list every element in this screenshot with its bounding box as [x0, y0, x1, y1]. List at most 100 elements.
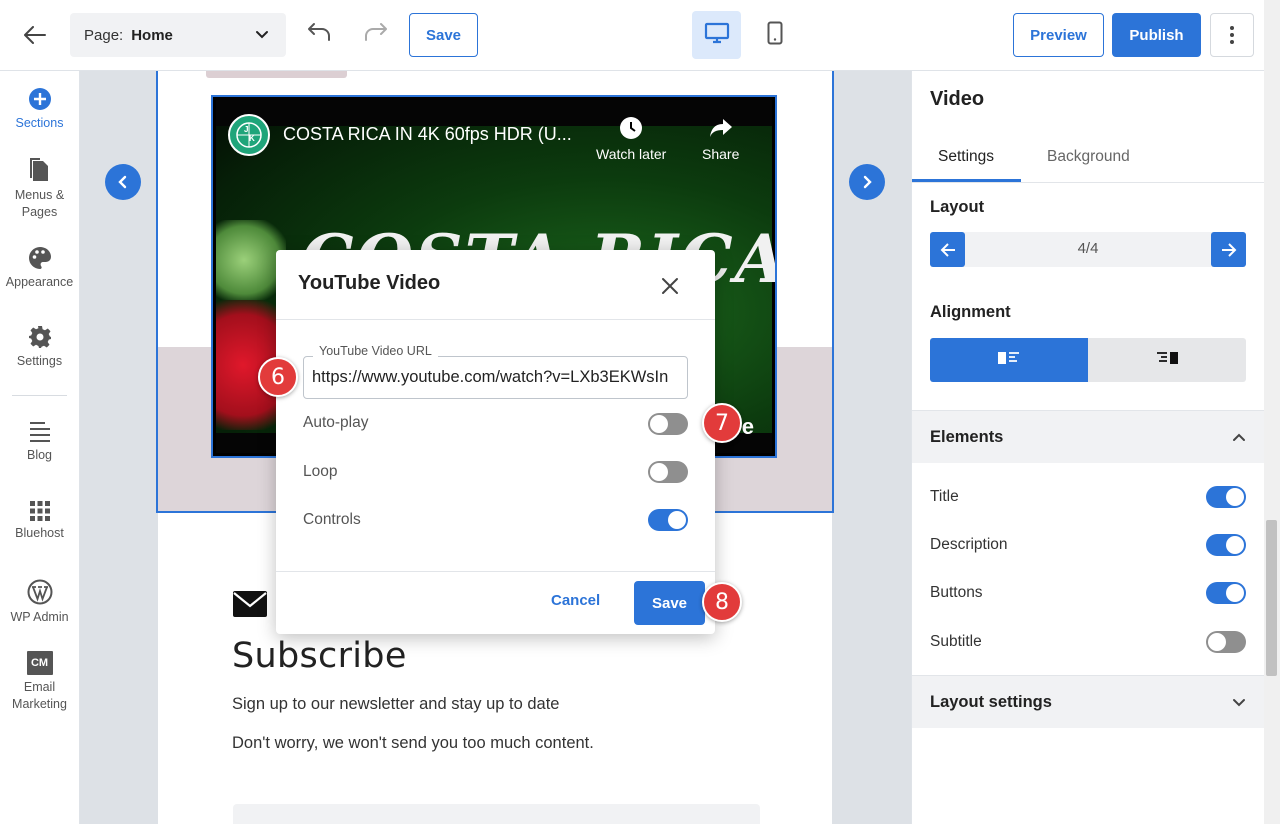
tabs-divider — [912, 182, 1264, 183]
sidebar-item-label: WP Admin — [10, 610, 69, 624]
close-icon[interactable] — [656, 272, 684, 300]
youtube-url-input[interactable]: https://www.youtube.com/watch?v=LXb3EKWs… — [303, 356, 688, 399]
tab-background[interactable]: Background — [1047, 148, 1130, 166]
toggle-knob — [1226, 584, 1244, 602]
arrow-left-icon[interactable] — [930, 232, 965, 267]
sidebar-item-label: Blog — [26, 448, 53, 462]
redo-icon[interactable] — [362, 20, 392, 50]
mobile-icon — [767, 21, 783, 50]
toggle-knob — [668, 511, 686, 529]
save-button[interactable]: Save — [409, 13, 478, 57]
sidebar-item-settings[interactable]: Settings — [0, 325, 79, 370]
sidebar-item-email-marketing[interactable]: CM Email Marketing — [0, 651, 79, 713]
blog-icon — [0, 421, 79, 443]
autoplay-label: Auto-play — [303, 414, 369, 431]
sidebar-item-label: Appearance — [5, 275, 74, 289]
share-button[interactable]: Share — [702, 116, 739, 162]
share-icon — [702, 116, 739, 140]
watch-later-button[interactable]: Watch later — [596, 116, 666, 162]
youtube-watermark: e — [741, 414, 754, 439]
layout-label: Layout — [930, 198, 985, 216]
dialog-divider — [276, 571, 715, 572]
element-description-toggle[interactable] — [1206, 534, 1246, 556]
arrow-right-icon[interactable] — [1211, 232, 1246, 267]
chevron-left-icon[interactable] — [105, 164, 141, 200]
pages-icon — [0, 157, 79, 183]
publish-button[interactable]: Publish — [1112, 13, 1201, 57]
sidebar-item-appearance[interactable]: Appearance — [0, 246, 79, 291]
align-media-left-button[interactable] — [930, 338, 1088, 382]
callout-badge-7: 7 — [702, 403, 742, 443]
more-options-icon[interactable] — [1210, 13, 1254, 57]
dialog-title: YouTube Video — [298, 272, 441, 294]
preview-button[interactable]: Preview — [1013, 13, 1104, 57]
svg-text:K: K — [249, 134, 255, 143]
tab-settings[interactable]: Settings — [938, 148, 994, 166]
loop-toggle[interactable] — [648, 461, 688, 483]
back-arrow-icon[interactable] — [20, 20, 50, 50]
channel-avatar-icon[interactable]: JK — [228, 114, 270, 156]
sidebar-item-label: Email Marketing — [12, 680, 67, 711]
element-subtitle-toggle[interactable] — [1206, 631, 1246, 653]
mobile-view-button[interactable] — [750, 11, 799, 59]
top-toolbar: Page: Home Save Preview Publish — [0, 0, 1264, 71]
autoplay-toggle[interactable] — [648, 413, 688, 435]
subscribe-note: Don't worry, we won't send you too much … — [232, 734, 594, 752]
sidebar-divider — [12, 395, 67, 396]
cancel-button[interactable]: Cancel — [551, 592, 600, 609]
wordpress-icon — [0, 579, 79, 605]
youtube-video-dialog: YouTube Video https://www.youtube.com/wa… — [276, 250, 715, 634]
left-sidebar: Sections Menus & Pages Appearance Settin… — [0, 71, 80, 824]
element-buttons-toggle[interactable] — [1206, 582, 1246, 604]
video-title[interactable]: COSTA RICA IN 4K 60fps HDR (U... — [283, 124, 572, 145]
dialog-divider — [276, 319, 715, 320]
subscribe-title: Subscribe — [232, 636, 407, 676]
element-title-label: Title — [930, 488, 959, 505]
chevron-down-icon — [1231, 694, 1247, 715]
element-description-label: Description — [930, 536, 1008, 553]
layout-settings-section-header[interactable]: Layout settings — [912, 675, 1265, 728]
gear-icon — [0, 325, 79, 349]
email-input-box[interactable] — [233, 804, 760, 824]
align-media-right-button[interactable] — [1088, 338, 1246, 382]
page-selector-value: Home — [131, 26, 173, 44]
grid-icon — [0, 501, 79, 521]
share-label: Share — [702, 146, 740, 162]
sidebar-item-menus-pages[interactable]: Menus & Pages — [0, 157, 79, 221]
panel-title: Video — [930, 88, 985, 110]
media-left-icon — [998, 351, 1020, 370]
cm-icon: CM — [0, 651, 79, 675]
panel-scrollbar[interactable] — [1264, 0, 1280, 824]
sidebar-item-sections[interactable]: Sections — [0, 87, 79, 132]
element-title-toggle[interactable] — [1206, 486, 1246, 508]
layout-stepper: 4/4 — [930, 232, 1246, 267]
palette-icon — [0, 246, 79, 270]
right-settings-panel: Video Settings Background Layout 4/4 Ali… — [911, 71, 1265, 824]
sidebar-item-wp-admin[interactable]: WP Admin — [0, 579, 79, 626]
controls-toggle[interactable] — [648, 509, 688, 531]
loop-label: Loop — [303, 463, 338, 480]
chevron-up-icon — [1231, 429, 1247, 450]
chevron-right-icon[interactable] — [849, 164, 885, 200]
desktop-icon — [704, 22, 730, 49]
element-buttons-label: Buttons — [930, 584, 983, 601]
dialog-save-button[interactable]: Save — [634, 581, 705, 625]
chevron-down-icon — [254, 26, 270, 46]
page-selector[interactable]: Page: Home — [70, 13, 286, 57]
sidebar-item-bluehost[interactable]: Bluehost — [0, 501, 79, 542]
desktop-view-button[interactable] — [692, 11, 741, 59]
clock-icon — [596, 116, 666, 140]
layout-value: 4/4 — [1077, 240, 1099, 257]
sidebar-item-label: Menus & Pages — [14, 188, 65, 219]
alignment-toggle-group — [930, 338, 1246, 382]
elements-section-header[interactable]: Elements — [912, 410, 1265, 463]
undo-icon[interactable] — [305, 20, 335, 50]
page-selector-label: Page: — [84, 26, 124, 44]
callout-badge-6: 6 — [258, 357, 298, 397]
toggle-knob — [650, 415, 668, 433]
sidebar-item-blog[interactable]: Blog — [0, 421, 79, 464]
sidebar-item-label: Settings — [16, 354, 63, 368]
subscribe-description: Sign up to our newsletter and stay up to… — [232, 695, 560, 713]
toggle-knob — [1208, 633, 1226, 651]
scrollbar-thumb[interactable] — [1266, 520, 1277, 676]
